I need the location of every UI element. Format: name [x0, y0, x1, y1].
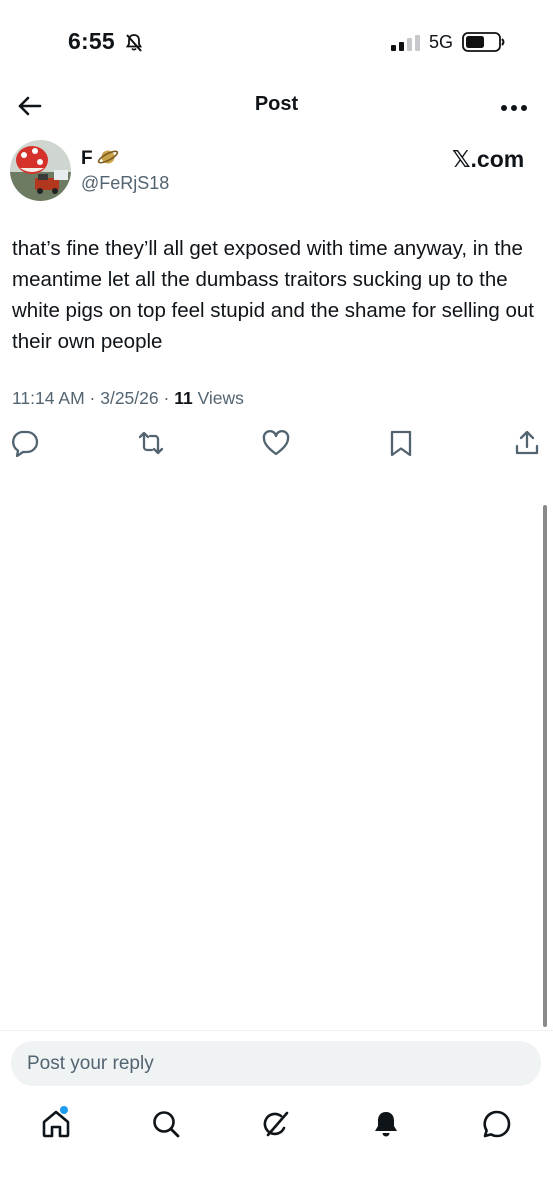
network-type: 5G [429, 32, 454, 52]
status-time: 6:55 [68, 28, 115, 54]
home-icon[interactable] [40, 1108, 72, 1140]
notifications-bell-icon[interactable] [370, 1108, 402, 1140]
user-handle[interactable]: @FeRjS18 [81, 173, 169, 194]
meta-separator: · [89, 388, 101, 408]
post-text: that’s fine they’ll all get exposed with… [12, 237, 534, 353]
views-count: 11 [174, 388, 193, 408]
cellular-signal-icon [391, 35, 420, 51]
scrollbar[interactable] [543, 505, 547, 1027]
top-nav-bar: Post [0, 84, 553, 128]
repost-icon[interactable] [136, 428, 166, 458]
home-notification-dot [60, 1106, 68, 1114]
messages-icon[interactable] [481, 1108, 513, 1140]
reply-divider [0, 1030, 553, 1031]
display-name[interactable]: F [81, 148, 93, 170]
post-meta: 11:14 AM · 3/25/26 · 11 Views [12, 388, 244, 409]
reply-icon[interactable] [10, 428, 40, 458]
status-bar: 6:55 5G [0, 0, 553, 84]
like-heart-icon[interactable] [261, 428, 291, 458]
views-label: Views [197, 388, 244, 408]
avatar[interactable] [10, 140, 71, 201]
post-date[interactable]: 3/25/26 [100, 388, 158, 408]
meta-separator: · [163, 388, 175, 408]
bookmark-icon[interactable] [386, 428, 416, 458]
grok-icon[interactable] [260, 1108, 292, 1140]
bottom-tab-bar [0, 1100, 553, 1160]
post-actions [0, 428, 553, 460]
x-watermark: 𝕏.com [452, 146, 525, 172]
page-title: Post [254, 93, 299, 115]
post-author: F @FeRjS18 𝕏.com [0, 140, 553, 210]
ringed-planet-icon [97, 150, 119, 164]
share-icon[interactable] [512, 428, 542, 458]
more-options-icon[interactable] [496, 90, 532, 122]
bell-slash-icon [125, 34, 143, 52]
reply-input[interactable] [11, 1041, 541, 1086]
battery-icon [462, 32, 505, 52]
search-icon[interactable] [150, 1108, 182, 1140]
post-time[interactable]: 11:14 AM [12, 388, 85, 408]
